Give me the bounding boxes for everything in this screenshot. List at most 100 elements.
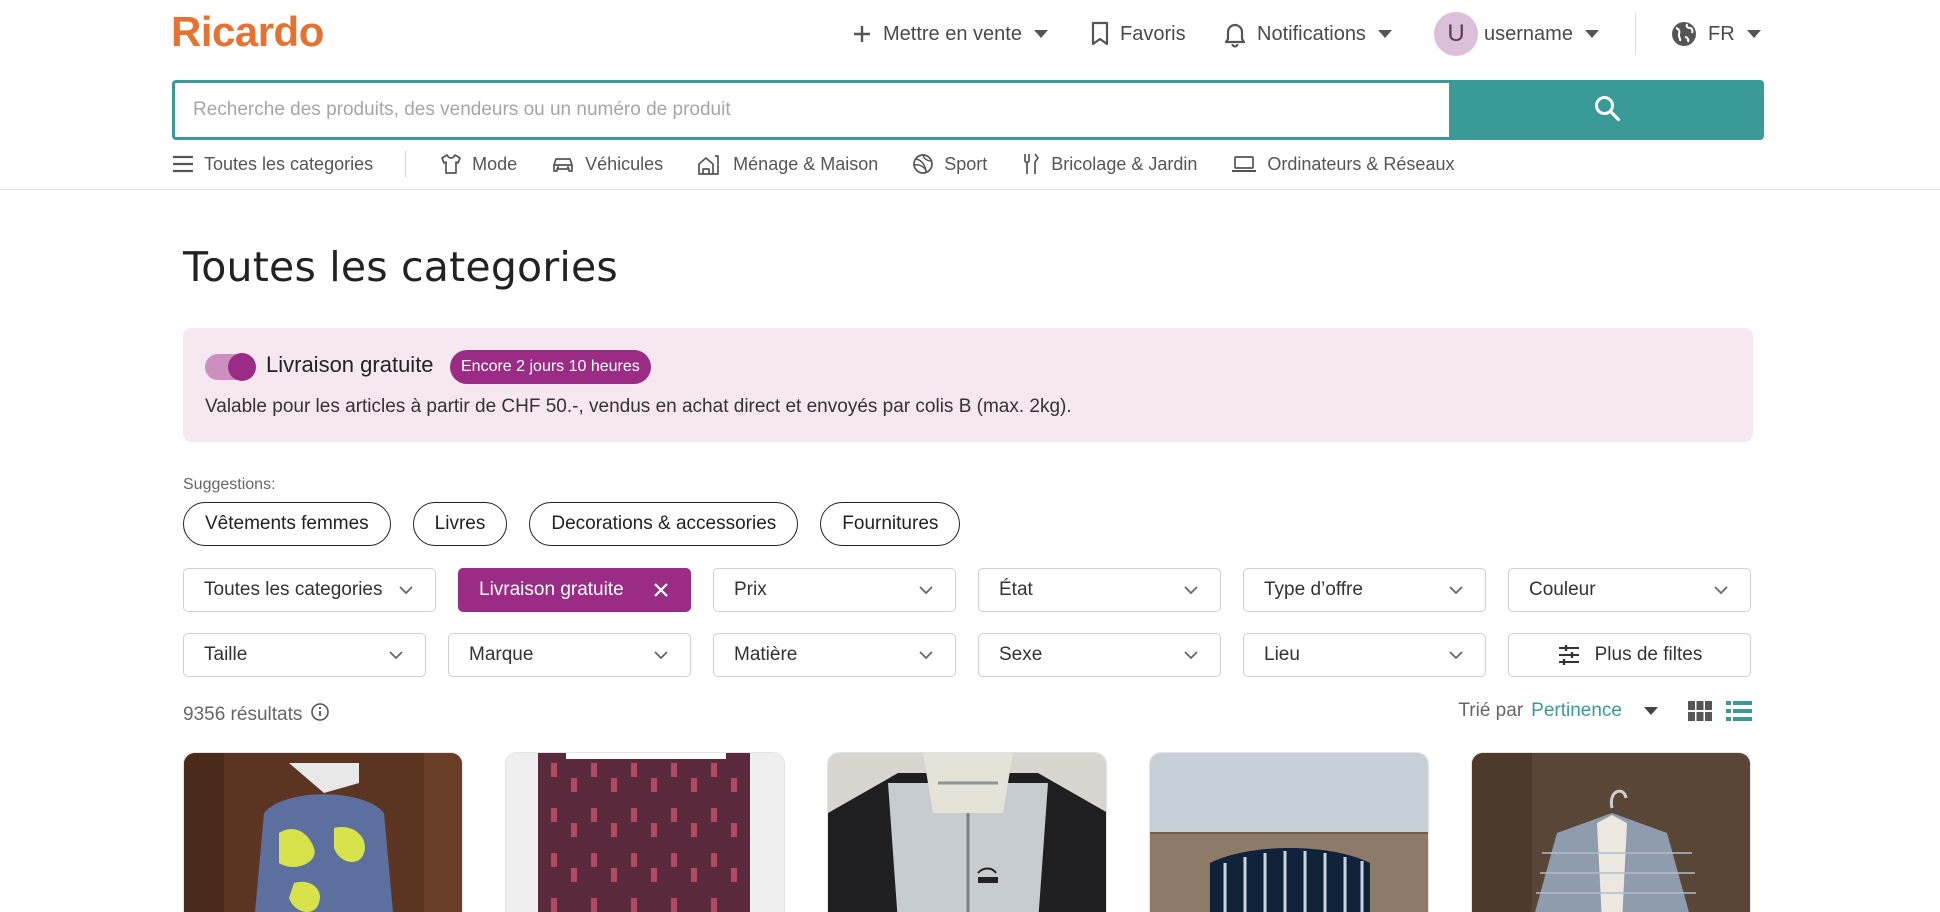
category-label: Véhicules <box>585 153 664 174</box>
username-label: username <box>1484 22 1573 45</box>
filter-label: Couleur <box>1529 579 1596 600</box>
chevron-down-icon <box>1449 651 1463 660</box>
search-button[interactable] <box>1449 80 1764 140</box>
close-icon[interactable] <box>652 581 670 599</box>
filter-color[interactable]: Couleur <box>1508 568 1751 612</box>
results-count-label: 9356 résultats <box>183 704 303 725</box>
search-input[interactable] <box>172 80 1449 140</box>
chevron-down-icon <box>654 651 668 660</box>
filter-condition[interactable]: État <box>978 568 1221 612</box>
filter-row-1: Toutes les categories Livraison gratuite… <box>183 568 1751 612</box>
filter-label: Marque <box>469 644 534 665</box>
page-title: Toutes les categories <box>183 243 618 291</box>
car-icon <box>553 158 573 172</box>
category-menage-maison[interactable]: Ménage & Maison <box>697 152 878 176</box>
product-card[interactable] <box>183 752 463 912</box>
sort-control: Trié par Pertinence <box>1458 700 1752 722</box>
category-bricolage-jardin[interactable]: Bricolage & Jardin <box>1021 152 1197 176</box>
avatar: U <box>1434 12 1478 56</box>
list-view-icon[interactable] <box>1726 701 1752 721</box>
favorites-link[interactable]: Favoris <box>1090 12 1186 56</box>
category-vehicules[interactable]: Véhicules <box>551 154 663 175</box>
sliders-icon <box>1558 645 1579 665</box>
filter-location[interactable]: Lieu <box>1243 633 1486 677</box>
caret-down-icon <box>1033 30 1048 38</box>
filter-label: Taille <box>204 644 248 665</box>
product-card[interactable] <box>1471 752 1751 912</box>
filter-offer-type[interactable]: Type d’offre <box>1243 568 1486 612</box>
category-ordinateurs-reseaux[interactable]: Ordinateurs & Réseaux <box>1231 154 1454 175</box>
suggestion-chip[interactable]: Fournitures <box>820 502 961 546</box>
filter-label: Livraison gratuite <box>479 579 624 600</box>
bookmark-icon <box>1090 21 1110 47</box>
filter-label: Lieu <box>1264 644 1300 665</box>
suggestion-chip[interactable]: Livres <box>412 502 508 546</box>
chevron-down-icon <box>399 586 413 595</box>
filter-categories[interactable]: Toutes les categories <box>183 568 436 612</box>
all-categories-menu[interactable]: Toutes les categories <box>172 154 373 175</box>
category-label: Ordinateurs & Réseaux <box>1267 153 1455 174</box>
filter-gender[interactable]: Sexe <box>978 633 1221 677</box>
plus-icon <box>851 23 873 45</box>
filter-size[interactable]: Taille <box>183 633 426 677</box>
caret-down-icon <box>1377 30 1392 38</box>
filter-price[interactable]: Prix <box>713 568 956 612</box>
filter-label: Sexe <box>999 644 1043 665</box>
product-image <box>184 753 462 912</box>
suggestion-chips: Vêtements femmes Livres Decorations & ac… <box>183 502 982 546</box>
more-filters-label: Plus de filtes <box>1594 644 1703 665</box>
search-icon <box>1593 94 1621 127</box>
filter-label: Prix <box>734 579 767 600</box>
hamburger-icon <box>173 155 193 173</box>
caret-down-icon <box>1746 30 1761 38</box>
category-nav: Toutes les categories Mode Véhicules Mén… <box>172 148 1488 180</box>
grid-view-icon[interactable] <box>1688 701 1712 721</box>
suggestion-chip[interactable]: Vêtements femmes <box>183 502 391 546</box>
chevron-down-icon <box>1714 586 1728 595</box>
product-card[interactable] <box>827 752 1107 912</box>
user-menu[interactable]: U username <box>1434 12 1599 56</box>
filter-brand[interactable]: Marque <box>448 633 691 677</box>
filter-label: Type d’offre <box>1264 579 1363 600</box>
chevron-down-icon <box>919 586 933 595</box>
promo-description: Valable pour les articles à partir de CH… <box>205 396 1072 417</box>
product-card[interactable] <box>1149 752 1429 912</box>
more-filters-button[interactable]: Plus de filtes <box>1508 633 1751 677</box>
laptop-icon <box>1232 156 1257 172</box>
caret-down-icon[interactable] <box>1644 707 1658 715</box>
notifications-menu[interactable]: Notifications <box>1223 12 1392 56</box>
caret-down-icon <box>1584 30 1599 38</box>
site-header: Ricardo Mettre en vente Favoris Notifica… <box>0 0 1940 190</box>
sell-menu[interactable]: Mettre en vente <box>851 12 1048 56</box>
ball-icon <box>913 154 934 174</box>
search-bar <box>172 80 1764 140</box>
category-sport[interactable]: Sport <box>912 153 987 175</box>
language-label: FR <box>1708 22 1735 45</box>
filter-material[interactable]: Matière <box>713 633 956 677</box>
sort-select[interactable]: Pertinence <box>1531 700 1622 722</box>
product-card[interactable] <box>505 752 785 912</box>
ricardo-logo[interactable]: Ricardo <box>171 8 324 56</box>
bell-icon <box>1223 20 1247 48</box>
free-shipping-banner: Livraison gratuite Encore 2 jours 10 heu… <box>183 328 1753 442</box>
free-shipping-toggle[interactable] <box>205 353 256 381</box>
category-label: Sport <box>944 153 988 174</box>
category-label: Bricolage & Jardin <box>1051 153 1198 174</box>
toggle-knob <box>228 353 256 381</box>
filter-label: Matière <box>734 644 798 665</box>
header-divider <box>1635 13 1636 55</box>
category-label: Mode <box>472 153 518 174</box>
filter-free-shipping[interactable]: Livraison gratuite <box>458 568 691 612</box>
language-menu[interactable]: FR <box>1670 12 1761 56</box>
category-mode[interactable]: Mode <box>440 153 517 175</box>
sort-label: Trié par <box>1458 700 1524 721</box>
product-image <box>1472 753 1750 912</box>
suggestion-chip[interactable]: Decorations & accessories <box>529 502 799 546</box>
sell-label: Mettre en vente <box>883 22 1022 45</box>
product-image <box>828 753 1106 912</box>
suggestions-label: Suggestions: <box>183 476 276 493</box>
filter-label: État <box>999 579 1033 600</box>
chevron-down-icon <box>919 651 933 660</box>
countdown-badge: Encore 2 jours 10 heures <box>450 350 651 384</box>
info-icon[interactable] <box>310 702 330 728</box>
